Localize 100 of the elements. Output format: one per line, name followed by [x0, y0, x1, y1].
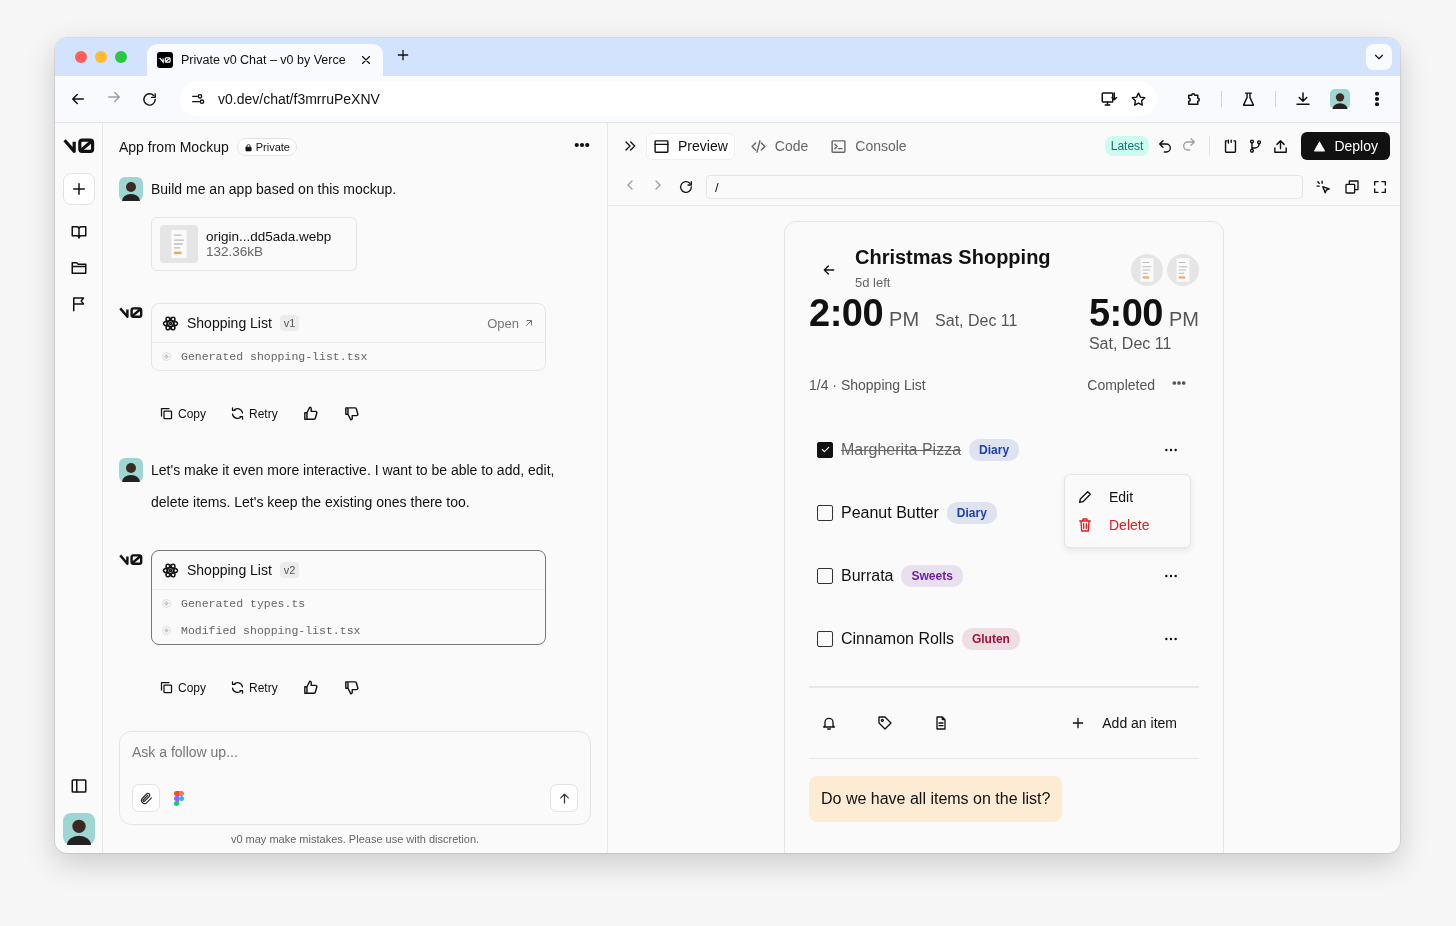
time-left: 5d left	[855, 275, 892, 290]
path-field[interactable]: /	[706, 175, 1303, 199]
document-icon[interactable]	[933, 715, 949, 731]
version-tag: v1	[279, 315, 300, 331]
pointer-icon[interactable]	[1315, 178, 1332, 196]
category-tag: Gluten	[961, 627, 1020, 650]
retry-button[interactable]: Retry	[230, 680, 278, 695]
new-chat-button[interactable]	[62, 172, 95, 205]
category-tag: Sweets	[901, 564, 963, 587]
bell-icon[interactable]	[821, 715, 837, 731]
figma-icon[interactable]	[174, 790, 184, 806]
start-period: PM	[889, 308, 920, 331]
thumbs-up-icon[interactable]	[301, 679, 319, 696]
download-icon[interactable]	[1294, 90, 1312, 108]
new-window-icon[interactable]	[1344, 179, 1360, 195]
tag-icon[interactable]	[877, 715, 893, 731]
tab-title: Private v0 Chat – v0 by Verce	[181, 53, 347, 67]
view-tab[interactable]: Preview	[646, 132, 735, 160]
copy-icon	[159, 406, 174, 421]
flask-icon[interactable]	[1240, 90, 1257, 108]
status-text: Completed	[1087, 376, 1155, 393]
step-dot	[162, 599, 171, 608]
item-name: Burrata	[841, 566, 894, 585]
avatar-icon	[62, 813, 95, 845]
latest-badge: Latest	[1104, 136, 1150, 156]
star-icon[interactable]	[1130, 90, 1147, 108]
view-tab[interactable]: Console	[823, 132, 914, 160]
copy-button[interactable]: Copy	[159, 406, 206, 421]
address-bar[interactable]: v0.dev/chat/f3mrruPeXNV	[180, 82, 1157, 116]
avatar-icon	[119, 177, 143, 201]
site-settings-icon[interactable]	[190, 91, 206, 107]
pencil-icon	[1077, 489, 1093, 505]
start-date: Sat, Dec 11	[935, 312, 1018, 330]
browser-tab[interactable]: Private v0 Chat – v0 by Verce	[147, 44, 383, 76]
card-title: Shopping List	[187, 315, 272, 331]
retry-icon	[230, 680, 245, 695]
url-text: v0.dev/chat/f3mrruPeXNV	[218, 91, 381, 107]
checkbox[interactable]	[817, 630, 833, 647]
checkbox[interactable]	[817, 567, 833, 584]
step-dot	[162, 626, 171, 635]
thumbs-down-icon[interactable]	[342, 405, 360, 422]
new-tab-icon[interactable]	[395, 47, 411, 63]
end-period: PM	[1169, 308, 1199, 331]
sidebar-icon[interactable]	[69, 777, 88, 795]
private-badge: Private	[236, 138, 297, 156]
progress-text: 1/4 · Shopping List	[809, 376, 926, 393]
thumbnail-icon	[1167, 254, 1199, 286]
retry-icon	[230, 406, 245, 421]
avatar-icon	[119, 458, 143, 482]
attach-button[interactable]	[132, 784, 160, 812]
extensions-icon[interactable]	[1185, 90, 1203, 108]
logo-icon	[62, 137, 95, 155]
copy-button[interactable]: Copy	[159, 680, 206, 695]
file-name: origin...dd5ada.webp	[206, 229, 332, 244]
avatar-icon	[1330, 89, 1350, 109]
terminal-icon	[830, 137, 848, 155]
open-link[interactable]: Open	[487, 315, 535, 331]
item-name: Cinnamon Rolls	[841, 629, 954, 648]
view-tab[interactable]: Code	[742, 132, 816, 160]
reload-icon[interactable]	[141, 90, 158, 108]
category-tag: Diary	[969, 438, 1020, 461]
delete-menu-item[interactable]: Delete	[1065, 511, 1190, 539]
undo-icon[interactable]	[1157, 138, 1174, 154]
retry-button[interactable]: Retry	[230, 406, 278, 421]
code-icon	[749, 137, 767, 155]
arrow-icon	[523, 317, 535, 329]
item-name: Margherita Pizza	[841, 440, 962, 459]
fullscreen-icon[interactable]	[1372, 179, 1388, 195]
logo-icon	[119, 552, 143, 566]
step-text: Generated types.ts	[181, 597, 306, 610]
end-date: Sat, Dec 11	[1088, 335, 1173, 353]
deploy-button[interactable]: Deploy	[1301, 132, 1390, 160]
item-name: Peanut Butter	[841, 503, 939, 522]
tab-list-button[interactable]	[1366, 44, 1392, 70]
chat-bubble: Do we have all items on the list?	[809, 776, 1063, 822]
back-icon[interactable]	[821, 262, 837, 278]
send-button[interactable]	[550, 784, 578, 812]
checkbox[interactable]	[817, 441, 833, 458]
checkbox[interactable]	[817, 504, 833, 521]
close-icon[interactable]	[359, 53, 373, 67]
edit-menu-item[interactable]: Edit	[1065, 483, 1190, 511]
start-time: 2:00	[809, 292, 884, 335]
end-time: 5:00	[1088, 292, 1163, 335]
image-thumbnail-icon	[160, 225, 198, 263]
generation-card[interactable]: Shopping List v1 Open Generated shopping-list.tsx	[151, 303, 546, 371]
category-tag: Diary	[946, 501, 997, 524]
step-text: Generated shopping-list.tsx	[181, 350, 368, 363]
step-text: Modified shopping-list.tsx	[181, 624, 361, 637]
share-icon[interactable]	[1272, 137, 1290, 155]
thumbs-up-icon[interactable]	[301, 405, 319, 422]
install-icon[interactable]	[1100, 90, 1118, 108]
thumbs-down-icon[interactable]	[342, 679, 360, 696]
chat-title: App from Mockup	[119, 139, 229, 155]
reload-icon[interactable]	[678, 179, 694, 195]
add-item-button[interactable]: Add an item	[1064, 714, 1183, 732]
generation-card[interactable]: Shopping List v2 Generated types.ts Modified shopping-list.tsx	[151, 550, 546, 645]
message-text: Build me an app based on this mockup.	[151, 180, 398, 199]
message-field[interactable]: Ask a follow up...	[132, 744, 578, 760]
triangle-icon	[1313, 139, 1327, 153]
attachment-card[interactable]: origin...dd5ada.webp 132.36kB	[151, 217, 357, 271]
